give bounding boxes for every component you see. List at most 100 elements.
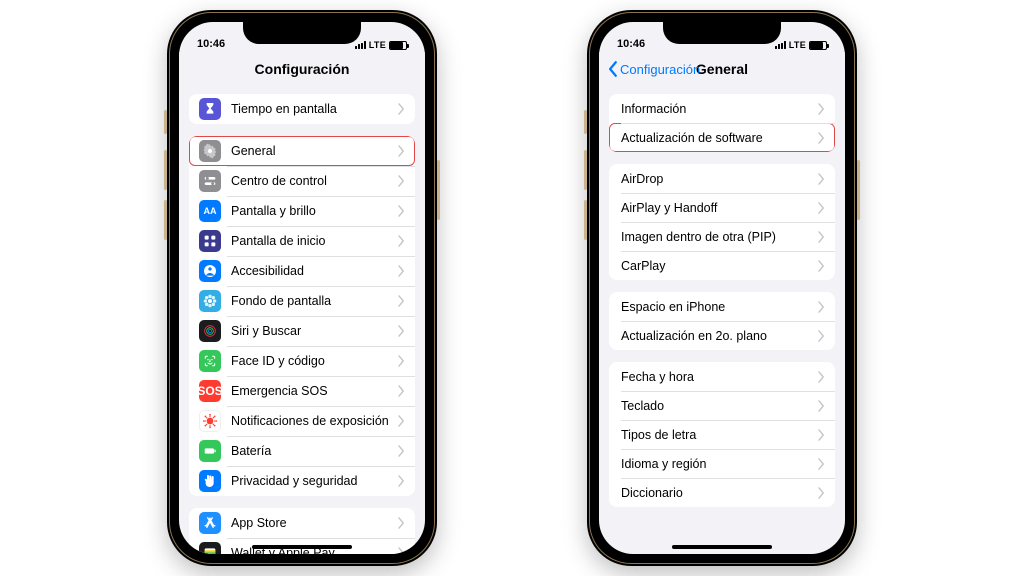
- row-home-screen[interactable]: Pantalla de inicio: [189, 226, 415, 256]
- back-button[interactable]: Configuración: [609, 61, 700, 77]
- row-label: Actualización en 2o. plano: [621, 329, 818, 343]
- settings-group: Información Actualización de software: [609, 94, 835, 152]
- chevron-right-icon: [398, 103, 405, 115]
- siri-icon: [199, 320, 221, 342]
- row-label: AirPlay y Handoff: [621, 201, 818, 215]
- row-app-store[interactable]: App Store: [189, 508, 415, 538]
- row-label: Notificaciones de exposición: [231, 414, 398, 428]
- chevron-right-icon: [398, 145, 405, 157]
- page-title: General: [696, 61, 748, 77]
- row-label: Tipos de letra: [621, 428, 818, 442]
- chevron-right-icon: [398, 175, 405, 187]
- row-battery[interactable]: Batería: [189, 436, 415, 466]
- chevron-right-icon: [398, 205, 405, 217]
- row-label: Siri y Buscar: [231, 324, 398, 338]
- row-label: Imagen dentro de otra (PIP): [621, 230, 818, 244]
- row-label: Actualización de software: [621, 131, 818, 145]
- chevron-right-icon: [398, 355, 405, 367]
- row-wallpaper[interactable]: Fondo de pantalla: [189, 286, 415, 316]
- notch: [663, 22, 781, 44]
- row-iphone-storage[interactable]: Espacio en iPhone: [609, 292, 835, 321]
- network-label: LTE: [369, 40, 386, 50]
- chevron-right-icon: [398, 547, 405, 554]
- chevron-right-icon: [398, 295, 405, 307]
- row-emergency-sos[interactable]: SOS Emergencia SOS: [189, 376, 415, 406]
- row-exposure-notifications[interactable]: Notificaciones de exposición: [189, 406, 415, 436]
- row-accessibility[interactable]: Accesibilidad: [189, 256, 415, 286]
- battery-icon: [809, 41, 827, 50]
- hourglass-icon: [199, 98, 221, 120]
- row-keyboard[interactable]: Teclado: [609, 391, 835, 420]
- row-background-refresh[interactable]: Actualización en 2o. plano: [609, 321, 835, 350]
- phone-settings-general: 10:46 LTE Configuración General Informac…: [587, 10, 857, 566]
- row-siri-search[interactable]: Siri y Buscar: [189, 316, 415, 346]
- general-list[interactable]: Información Actualización de software Ai…: [599, 86, 845, 554]
- row-label: Centro de control: [231, 174, 398, 188]
- row-about[interactable]: Información: [609, 94, 835, 123]
- chevron-right-icon: [398, 415, 405, 427]
- volume-up-button: [584, 150, 587, 190]
- row-date-time[interactable]: Fecha y hora: [609, 362, 835, 391]
- faceid-icon: [199, 350, 221, 372]
- row-label: Pantalla de inicio: [231, 234, 398, 248]
- row-label: Pantalla y brillo: [231, 204, 398, 218]
- row-label: General: [231, 144, 398, 158]
- wallet-icon: [199, 542, 221, 554]
- settings-list[interactable]: Tiempo en pantalla General Centro de con…: [179, 86, 425, 554]
- chevron-right-icon: [398, 517, 405, 529]
- row-screen-time[interactable]: Tiempo en pantalla: [189, 94, 415, 124]
- chevron-right-icon: [818, 371, 825, 383]
- chevron-right-icon: [398, 235, 405, 247]
- row-general[interactable]: General: [189, 136, 415, 166]
- row-label: Accesibilidad: [231, 264, 398, 278]
- flower-icon: [199, 290, 221, 312]
- row-carplay[interactable]: CarPlay: [609, 251, 835, 280]
- cellular-signal-icon: [775, 41, 786, 49]
- chevron-right-icon: [818, 400, 825, 412]
- chevron-right-icon: [818, 231, 825, 243]
- settings-group: Tiempo en pantalla: [189, 94, 415, 124]
- row-faceid-passcode[interactable]: Face ID y código: [189, 346, 415, 376]
- chevron-right-icon: [818, 260, 825, 272]
- status-time: 10:46: [197, 38, 225, 50]
- nav-header: Configuración: [179, 52, 425, 86]
- row-airdrop[interactable]: AirDrop: [609, 164, 835, 193]
- network-label: LTE: [789, 40, 806, 50]
- chevron-right-icon: [818, 173, 825, 185]
- hand-icon: [199, 470, 221, 492]
- row-language-region[interactable]: Idioma y región: [609, 449, 835, 478]
- row-label: Espacio en iPhone: [621, 300, 818, 314]
- row-control-center[interactable]: Centro de control: [189, 166, 415, 196]
- chevron-left-icon: [609, 61, 618, 77]
- settings-group: AirDrop AirPlay y Handoff Imagen dentro …: [609, 164, 835, 280]
- row-label: AirDrop: [621, 172, 818, 186]
- chevron-right-icon: [818, 301, 825, 313]
- sos-icon: SOS: [199, 380, 221, 402]
- row-software-update[interactable]: Actualización de software: [609, 123, 835, 152]
- chevron-right-icon: [818, 487, 825, 499]
- row-airplay-handoff[interactable]: AirPlay y Handoff: [609, 193, 835, 222]
- chevron-right-icon: [818, 202, 825, 214]
- row-label: Diccionario: [621, 486, 818, 500]
- volume-down-button: [164, 200, 167, 240]
- row-label: Idioma y región: [621, 457, 818, 471]
- chevron-right-icon: [398, 475, 405, 487]
- virus-icon: [199, 410, 221, 432]
- home-indicator[interactable]: [672, 545, 772, 549]
- status-time: 10:46: [617, 38, 645, 50]
- gear-icon: [199, 140, 221, 162]
- settings-group: Fecha y hora Teclado Tipos de letra Idio…: [609, 362, 835, 507]
- home-indicator[interactable]: [252, 545, 352, 549]
- battery-icon: [199, 440, 221, 462]
- row-pip[interactable]: Imagen dentro de otra (PIP): [609, 222, 835, 251]
- row-privacy-security[interactable]: Privacidad y seguridad: [189, 466, 415, 496]
- row-fonts[interactable]: Tipos de letra: [609, 420, 835, 449]
- chevron-right-icon: [818, 330, 825, 342]
- row-label: Teclado: [621, 399, 818, 413]
- row-label: Batería: [231, 444, 398, 458]
- row-label: Información: [621, 102, 818, 116]
- chevron-right-icon: [398, 385, 405, 397]
- grid-icon: [199, 230, 221, 252]
- row-display-brightness[interactable]: AA Pantalla y brillo: [189, 196, 415, 226]
- row-dictionary[interactable]: Diccionario: [609, 478, 835, 507]
